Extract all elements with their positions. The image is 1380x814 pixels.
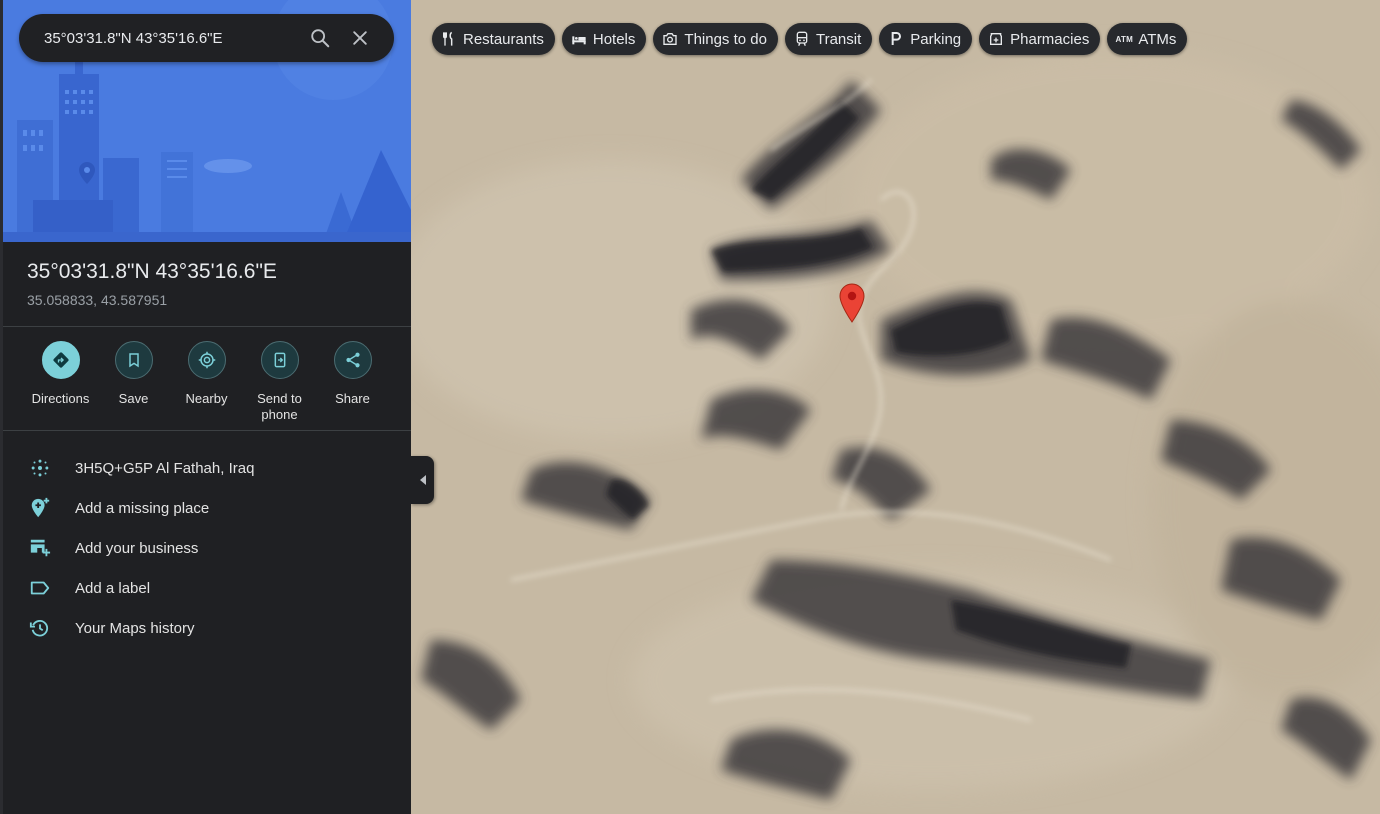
directions-label: Directions (31, 391, 90, 406)
chip-restaurants[interactable]: Restaurants (432, 23, 555, 55)
nearby-label: Nearby (185, 391, 228, 406)
nearby-circle (187, 341, 226, 379)
list-item-plus-code[interactable]: 3H5Q+G5P Al Fathah, Iraq (3, 448, 411, 488)
transit-icon (794, 31, 810, 47)
close-icon (353, 31, 367, 45)
send-to-phone-label: Send to phone (257, 391, 302, 422)
chevron-left-icon (419, 475, 426, 485)
share-label: Share (335, 391, 370, 406)
list-item-add-missing-place[interactable]: Add a missing place (3, 488, 411, 528)
send-to-phone-circle (260, 341, 299, 379)
place-title: 35°03'31.8"N 43°35'16.6"E (27, 260, 277, 283)
chip-label: Things to do (684, 30, 767, 48)
send-to-phone-icon (274, 352, 285, 368)
list-item-add-business[interactable]: Add your business (3, 528, 411, 568)
search-icon (311, 29, 330, 48)
send-to-phone-button[interactable]: Send to phone (243, 341, 316, 423)
history-icon (28, 616, 52, 640)
bookmark-icon (128, 353, 139, 368)
details-list: 3H5Q+G5P Al Fathah, Iraq Add a missing p… (3, 448, 411, 648)
atm-icon: ATM (1115, 34, 1134, 44)
category-chips: Restaurants Hotels Things to do Transit … (432, 23, 1188, 55)
chip-atms[interactable]: ATM ATMs (1107, 23, 1188, 55)
save-label: Save (118, 391, 149, 406)
divider (3, 430, 411, 431)
nearby-icon (198, 351, 215, 369)
share-circle (333, 341, 372, 379)
chip-hotels[interactable]: Hotels (561, 23, 647, 55)
directions-circle (41, 341, 80, 379)
add-business-icon (28, 536, 52, 560)
chip-parking[interactable]: Parking (879, 23, 973, 55)
search-input[interactable] (42, 28, 300, 48)
directions-button[interactable]: Directions (24, 341, 97, 423)
chip-label: Hotels (592, 30, 636, 48)
list-item-maps-history[interactable]: Your Maps history (3, 608, 411, 648)
chip-things-to-do[interactable]: Things to do (653, 23, 778, 55)
chip-label: Restaurants (463, 30, 544, 48)
decimal-coordinates: 35.058833, 43.587951 (27, 292, 168, 308)
save-button[interactable]: Save (97, 341, 170, 423)
plus-code-icon (28, 456, 52, 480)
parking-icon (888, 31, 904, 47)
collapse-panel-button[interactable] (411, 456, 434, 504)
list-item-add-label[interactable]: Add a label (3, 568, 411, 608)
chip-label: Transit (815, 30, 862, 48)
label-icon (28, 576, 52, 600)
maps-history-text: Your Maps history (75, 619, 195, 637)
side-panel: 35°03'31.8"N 43°35'16.6"E 35.058833, 43.… (0, 0, 411, 814)
share-icon (345, 352, 360, 368)
directions-icon (52, 352, 69, 368)
add-label-text: Add a label (75, 579, 151, 597)
add-business-text: Add your business (75, 539, 199, 557)
chip-label: ATMs (1138, 30, 1177, 48)
add-place-icon (28, 496, 52, 520)
share-button[interactable]: Share (316, 341, 389, 423)
plus-code-text: 3H5Q+G5P Al Fathah, Iraq (75, 459, 255, 477)
chip-transit[interactable]: Transit (784, 23, 873, 55)
divider (3, 326, 411, 327)
save-circle (114, 341, 153, 379)
add-missing-place-text: Add a missing place (75, 499, 210, 517)
search-button[interactable] (300, 18, 340, 58)
restaurant-icon (441, 31, 457, 47)
search-box[interactable] (19, 14, 394, 62)
location-pin-icon[interactable] (838, 283, 866, 323)
chip-label: Pharmacies (1010, 30, 1090, 48)
chip-pharmacies[interactable]: Pharmacies (979, 23, 1101, 55)
action-bar: Directions Save Nearby Send to phone Sha… (3, 341, 411, 423)
hotel-icon (571, 31, 587, 47)
camera-icon (662, 31, 678, 47)
pharmacy-icon (988, 31, 1004, 47)
chip-label: Parking (910, 30, 962, 48)
clear-search-button[interactable] (340, 18, 380, 58)
nearby-button[interactable]: Nearby (170, 341, 243, 423)
satellite-imagery (411, 0, 1380, 814)
map-canvas[interactable]: Restaurants Hotels Things to do Transit … (411, 0, 1380, 814)
